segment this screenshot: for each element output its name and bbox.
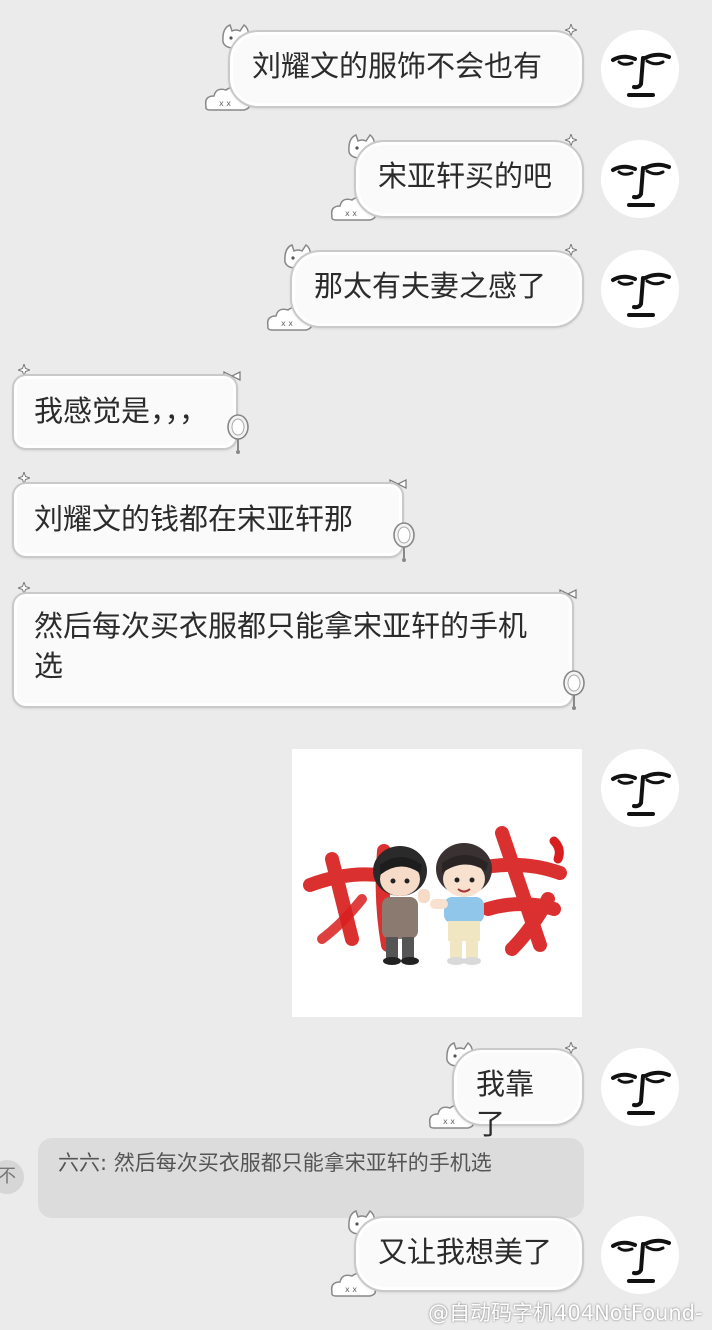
message-bubble[interactable]: 那太有夫妻之感了 bbox=[290, 250, 584, 328]
message-bubble[interactable]: 我靠了 bbox=[452, 1048, 584, 1141]
mirror-icon bbox=[227, 414, 249, 455]
avatar[interactable] bbox=[601, 749, 679, 827]
quote-side-button[interactable]: 不 bbox=[0, 1160, 24, 1194]
avatar[interactable] bbox=[601, 30, 679, 108]
image-message[interactable] bbox=[292, 749, 582, 1017]
message-row-4: 我感觉是，，， bbox=[0, 364, 712, 462]
quoted-message[interactable]: 六六: 然后每次买衣服都只能拿宋亚轩的手机选 bbox=[38, 1138, 584, 1218]
avatar[interactable] bbox=[601, 1216, 679, 1294]
message-bubble[interactable]: 刘耀文的钱都在宋亚轩那 bbox=[12, 482, 404, 558]
avatar[interactable] bbox=[601, 140, 679, 218]
message-bubble[interactable]: 又让我想美了 bbox=[354, 1216, 584, 1292]
cartoon-couple-sticker-icon bbox=[303, 826, 567, 965]
message-bubble[interactable]: 我感觉是，，， bbox=[12, 374, 238, 450]
mirror-icon bbox=[563, 670, 585, 711]
avatar[interactable] bbox=[601, 250, 679, 328]
message-row-2: 宋亚轩买的吧 bbox=[0, 134, 712, 228]
message-bubble[interactable]: 然后每次买衣服都只能拿宋亚轩的手机选 bbox=[12, 592, 574, 708]
message-bubble[interactable]: 宋亚轩买的吧 bbox=[354, 140, 584, 218]
message-row-3: 那太有夫妻之感了 bbox=[0, 244, 712, 338]
watermark: @自动码字机404NotFound- bbox=[428, 1301, 703, 1325]
message-row-8: 我靠了 bbox=[0, 1042, 712, 1141]
mirror-icon bbox=[393, 522, 415, 563]
message-row-1: 刘耀文的服饰不会也有 bbox=[0, 24, 712, 118]
message-bubble[interactable]: 刘耀文的服饰不会也有 bbox=[228, 30, 584, 108]
avatar[interactable] bbox=[601, 1048, 679, 1126]
message-row-6: 然后每次买衣服都只能拿宋亚轩的手机选 bbox=[0, 582, 712, 720]
message-row-5: 刘耀文的钱都在宋亚轩那 bbox=[0, 472, 712, 570]
message-row-9: 又让我想美了 bbox=[0, 1210, 712, 1302]
